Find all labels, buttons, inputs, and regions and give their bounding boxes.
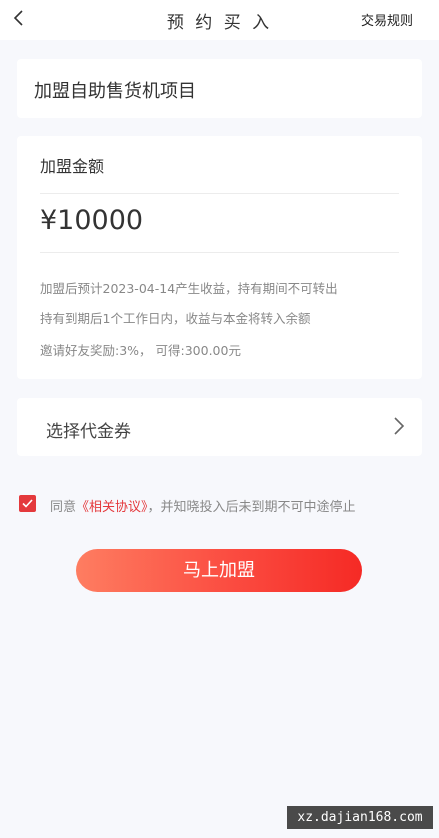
amount-label: 加盟金额 — [40, 157, 105, 176]
project-name: 加盟自助售货机项目 — [34, 81, 196, 102]
join-now-button[interactable]: 马上加盟 — [76, 549, 362, 592]
earning-date-note: 加盟后预计2023-04-14产生收益，持有期间不可转出 — [40, 281, 338, 296]
coupon-label: 选择代金券 — [46, 422, 131, 442]
project-card: 加盟自助售货机项目 — [17, 59, 422, 118]
referral-reward-note: 邀请好友奖励:3%， 可得:300.00元 — [40, 343, 241, 358]
agreement-checkbox[interactable] — [19, 495, 36, 512]
watermark: xz.dajian168.com — [287, 806, 433, 829]
payout-note: 持有到期后1个工作日内，收益与本金将转入余额 — [40, 311, 311, 326]
agreement-suffix: ，并知晓投入后未到期不可中途停止 — [147, 500, 356, 515]
amount-value: ¥10000 — [40, 205, 144, 236]
checkmark-icon — [22, 499, 33, 508]
top-navigation-bar: 预 约 买 入 交易规则 — [0, 0, 439, 40]
agreement-prefix: 同意 — [50, 500, 77, 515]
agreement-row: 同意《相关协议》，并知晓投入后未到期不可中途停止 — [19, 495, 419, 515]
amount-card: 加盟金额 ¥10000 加盟后预计2023-04-14产生收益，持有期间不可转出… — [17, 136, 422, 379]
trading-rules-link[interactable]: 交易规则 — [361, 10, 413, 29]
divider — [40, 193, 399, 194]
agreement-text: 同意《相关协议》，并知晓投入后未到期不可中途停止 — [50, 496, 356, 515]
chevron-right-icon — [394, 417, 405, 435]
coupon-selector[interactable]: 选择代金券 — [17, 398, 422, 456]
divider — [40, 252, 399, 253]
agreement-link[interactable]: 《相关协议》 — [76, 500, 148, 515]
